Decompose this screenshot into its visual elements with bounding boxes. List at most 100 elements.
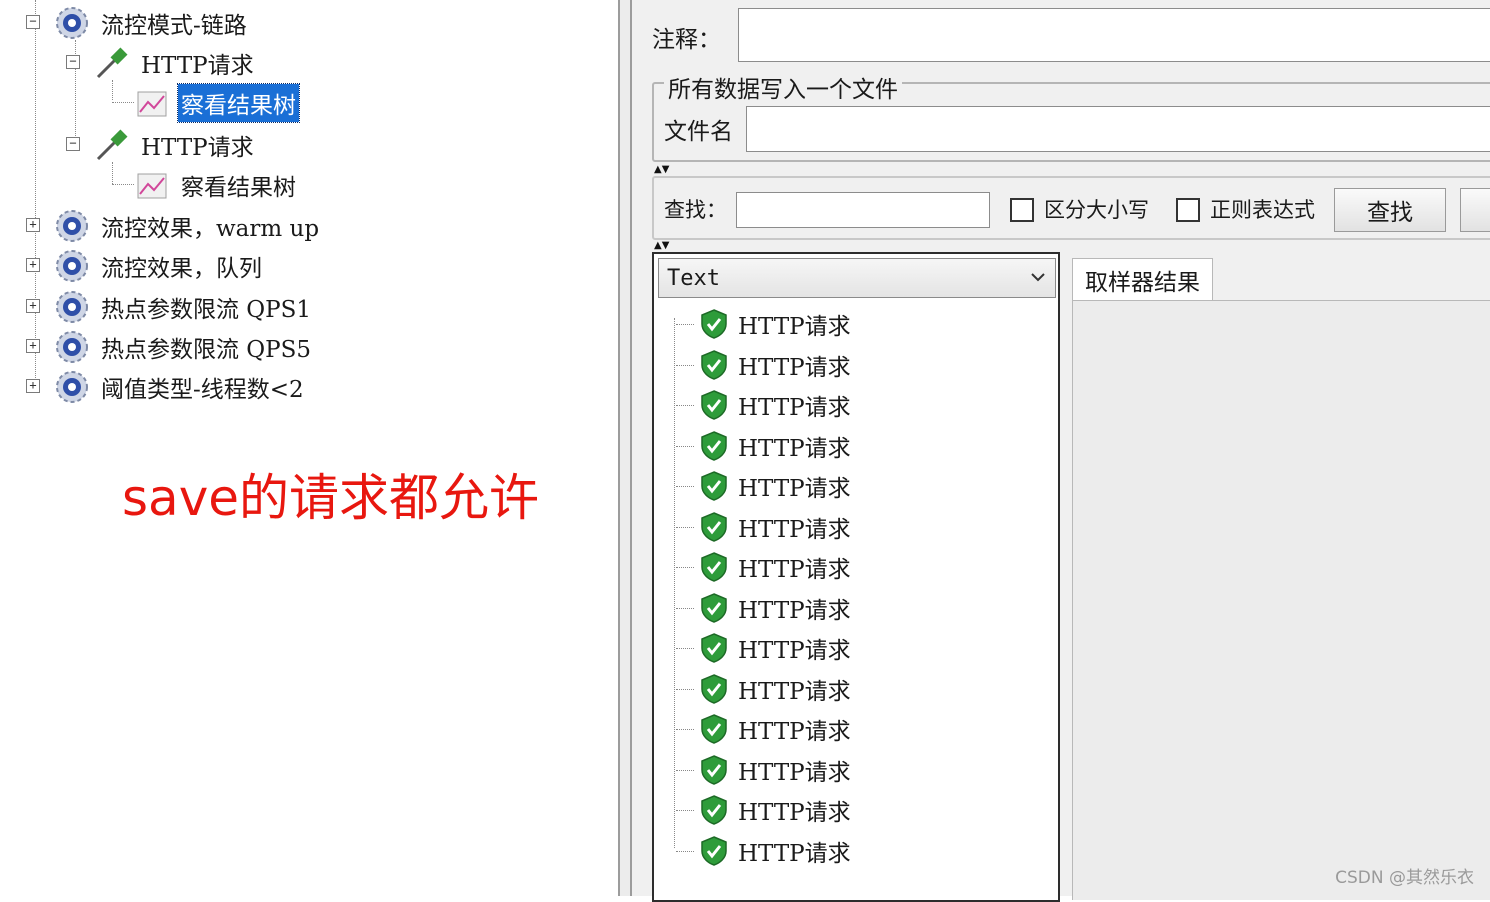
success-shield-icon [701,309,727,339]
result-item-label: HTTP请求 [738,638,851,664]
tree-node-queue[interactable]: + 流控效果，队列 [26,246,265,286]
splitter-arrows[interactable]: ▲▼ [654,164,669,175]
result-item[interactable]: HTTP请求 [698,790,851,830]
tree-guide [676,567,694,568]
result-item[interactable]: HTTP请求 [698,385,851,425]
tree-node-hotspot-qps5[interactable]: + 热点参数限流 QPS5 [26,327,314,367]
result-item[interactable]: HTTP请求 [698,588,851,628]
result-item-label: HTTP请求 [738,759,851,786]
tree-guide [676,364,694,366]
success-shield-icon [701,754,727,785]
success-shield-icon [701,795,727,825]
expand-toggle[interactable]: + [26,299,40,313]
tree-node-label: 察看结果树 [181,175,296,201]
pane-splitter[interactable] [618,0,632,896]
result-item[interactable]: HTTP请求 [698,750,851,790]
gear-icon [56,331,88,363]
result-item[interactable]: HTTP请求 [698,669,851,709]
success-shield-icon [701,430,727,461]
sample-detail-body [1072,300,1490,900]
tree-guide [676,850,694,852]
result-item[interactable]: HTTP请求 [698,628,851,668]
result-item[interactable]: HTTP请求 [698,547,851,587]
case-sensitive-checkbox[interactable] [1010,198,1034,222]
result-item[interactable]: HTTP请求 [698,507,851,547]
result-item-label: HTTP请求 [738,800,851,826]
result-item-label: HTTP请求 [738,476,851,502]
expand-toggle[interactable]: + [26,218,40,232]
collapse-toggle[interactable]: − [66,55,80,69]
tree-node-label: HTTP请求 [141,53,254,79]
tree-node-view-results-tree[interactable]: 察看结果树 [136,83,300,123]
sample-results-tree: Text HTTP请求 HTTP请求 HTTP请求 HTTP请求 HTTP请求 HTTP请… [652,252,1060,902]
result-item[interactable]: HTTP请求 [698,304,851,344]
tree-node-flow-control-chain[interactable]: − 流控模式-链路 [26,3,250,43]
annotation-text: save的请求都允许 [122,469,540,527]
result-item-label: HTTP请求 [738,840,851,867]
sample-detail-area: 取样器结果 [1064,252,1490,902]
gear-icon [56,210,88,242]
expand-toggle[interactable]: + [26,258,40,272]
tree-node-thread-threshold[interactable]: + 阈值类型-线程数<2 [26,367,307,407]
tree-guide [676,769,694,771]
result-item-label: HTTP请求 [738,678,851,705]
result-item-label: HTTP请求 [738,597,851,624]
view-results-panel: 注释： 所有数据写入一个文件 文件名 ▲▼ 查找： 区分大小写 正则表达式 查找… [632,0,1490,902]
tree-guide [676,324,694,325]
filename-field[interactable] [746,106,1490,152]
expand-toggle[interactable]: + [26,339,40,353]
tree-node-warm-up[interactable]: + 流控效果，warm up [26,206,322,246]
tree-guide [676,729,694,730]
tree-node-hotspot-qps1[interactable]: + 热点参数限流 QPS1 [26,287,314,327]
tree-node-view-results-tree[interactable]: 察看结果树 [136,165,299,205]
chart-icon [137,91,167,117]
renderer-dropdown[interactable]: Text [658,258,1056,298]
tab-sampler-result[interactable]: 取样器结果 [1072,258,1213,300]
success-shield-icon [701,390,727,420]
collapse-toggle[interactable]: − [26,15,40,29]
tree-guide [676,607,694,609]
expand-toggle[interactable]: + [26,379,40,393]
tree-guide [676,648,694,649]
gear-icon [56,250,88,282]
success-shield-icon [701,592,727,623]
tree-guide [674,318,675,848]
tree-node-http-request[interactable]: − HTTP请求 [66,125,257,165]
gear-icon [56,7,88,39]
success-shield-icon [701,471,727,501]
tree-guide [112,162,113,184]
pipette-icon [96,47,128,79]
result-item[interactable]: HTTP请求 [698,831,851,871]
tree-node-http-request[interactable]: − HTTP请求 [66,43,257,83]
comment-field[interactable] [738,8,1490,62]
tree-node-label: HTTP请求 [141,135,254,161]
search-input[interactable] [736,192,990,228]
result-item[interactable]: HTTP请求 [698,345,851,385]
result-item[interactable]: HTTP请求 [698,426,851,466]
reset-button[interactable] [1460,188,1490,232]
success-shield-icon [701,552,727,582]
splitter-arrows[interactable]: ▲▼ [654,240,669,251]
collapse-toggle[interactable]: − [66,137,80,151]
result-item[interactable]: HTTP请求 [698,466,851,506]
watermark: CSDN @其然乐衣 [1335,868,1474,888]
tree-guide [112,102,134,103]
search-button[interactable]: 查找 [1334,188,1446,232]
chart-icon [137,173,167,199]
result-item-label: HTTP请求 [738,435,851,462]
success-shield-icon [701,835,727,866]
tree-node-label: 流控效果，warm up [101,216,320,242]
result-item-label: HTTP请求 [738,314,851,340]
test-plan-tree: − 流控模式-链路 − HTTP请求 察看结果树 − HTTP请求 察看结果树 … [0,0,618,896]
tree-guide [676,486,694,487]
tree-guide [112,80,113,100]
tree-guide [676,688,694,690]
regex-checkbox[interactable] [1176,198,1200,222]
gear-icon [56,291,88,323]
result-item[interactable]: HTTP请求 [698,709,851,749]
tree-node-label: 阈值类型-线程数<2 [101,377,304,403]
gear-icon [56,371,88,403]
success-shield-icon [701,633,727,663]
success-shield-icon [701,714,727,744]
tree-guide [112,184,134,185]
